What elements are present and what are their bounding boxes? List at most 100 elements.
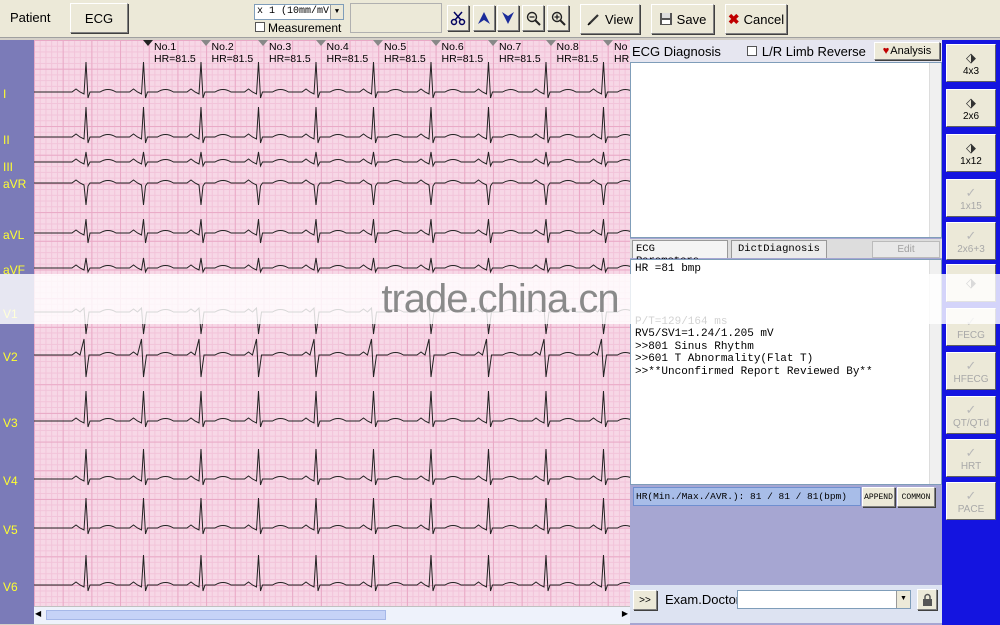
floppy-icon	[659, 13, 672, 25]
scroll-right-icon[interactable]: ▶	[622, 609, 628, 618]
layout-icon: ⬗	[966, 94, 976, 110]
gain-select[interactable]: x 1 (10mm/mV ▼	[254, 4, 344, 20]
layout-label: HRT	[960, 460, 982, 472]
ecg-trace-V5	[34, 497, 630, 535]
tab-dict-diagnosis[interactable]: DictDiagnosis	[731, 240, 827, 258]
layout-icon: ✓	[965, 401, 977, 417]
pencil-icon	[587, 14, 599, 26]
limb-reverse-checkbox[interactable]	[746, 46, 757, 56]
dropdown-arrow-icon[interactable]: ▼	[896, 591, 910, 608]
ecg-trace-V4	[34, 448, 630, 486]
layout-icon: ✓	[965, 444, 977, 460]
analysis-label: Analysis	[890, 45, 932, 57]
edit-button[interactable]: Edit	[872, 241, 940, 258]
layout-icon: ✓	[965, 227, 977, 243]
lead-label: aVR	[3, 177, 27, 191]
zoom-in-icon[interactable]	[547, 5, 569, 31]
layout-button-1x12[interactable]: ⬗ 1x12	[946, 134, 996, 172]
layout-button-hrt[interactable]: ✓ HRT	[946, 439, 996, 477]
hr-summary: HR(Min./Max./AVR.): 81 / 81 / 81(bpm)	[633, 487, 861, 506]
layout-button-2x6[interactable]: ⬗ 2x6	[946, 89, 996, 127]
diagnosis-scrollbar[interactable]	[929, 63, 941, 237]
lead-label: II	[3, 133, 10, 147]
scroll-thumb[interactable]	[46, 610, 386, 620]
ecg-tab[interactable]: ECG	[70, 3, 128, 33]
layout-button-1x15[interactable]: ✓ 1x15	[946, 179, 996, 217]
lead-label: I	[3, 87, 7, 101]
param-line: >>601 T Abnormality(Flat T)	[635, 353, 814, 366]
lead-label: V5	[3, 523, 18, 537]
layout-button-column: ⬗4x3⬗2x6⬗1x12✓1x15✓2x6+3⬗✓FECG✓HFECG✓QT/…	[942, 40, 1000, 625]
ecg-trace-aVR	[34, 179, 630, 206]
save-button[interactable]: Save	[651, 4, 714, 34]
ecg-trace-II	[34, 106, 630, 144]
layout-label: 1x12	[960, 155, 982, 167]
tab-ecg-parameters[interactable]: ECG Parameters	[632, 240, 728, 267]
analysis-button[interactable]: ♥ Analysis	[874, 42, 940, 60]
view-button[interactable]: View	[580, 4, 640, 34]
scroll-left-icon[interactable]: ◀	[35, 609, 41, 618]
layout-icon: ✓	[965, 487, 977, 503]
ecg-trace-V6	[34, 554, 630, 592]
expand-button[interactable]: >>	[633, 590, 657, 610]
horizontal-scrollbar[interactable]: ◀ ▶	[34, 606, 630, 624]
param-line: RV5/SV1=1.24/1.205 mV	[635, 328, 774, 341]
ecg-trace-I	[34, 61, 630, 99]
toolbar-spacer-field	[350, 3, 442, 33]
param-line: >>801 Sinus Rhythm	[635, 340, 754, 353]
lead-label: V3	[3, 416, 18, 430]
gain-select-value: x 1 (10mm/mV	[257, 6, 330, 17]
layout-label: 2x6	[962, 110, 980, 122]
patient-tab[interactable]: Patient	[10, 10, 50, 25]
layout-button-4x3[interactable]: ⬗ 4x3	[946, 44, 996, 82]
arrow-up-icon[interactable]	[473, 5, 495, 31]
layout-icon: ✓	[965, 184, 977, 200]
lead-label-column: IIIIIIaVRaVLaVFV1V2V3V4V5V6	[0, 40, 34, 624]
layout-button-2x6-3[interactable]: ✓ 2x6+3	[946, 222, 996, 260]
layout-button-pace[interactable]: ✓ PACE	[946, 482, 996, 520]
measurement-checkbox[interactable]	[255, 22, 265, 32]
lock-button[interactable]	[917, 589, 937, 610]
ecg-tab-label: ECG	[84, 10, 114, 26]
heart-icon: ♥	[882, 45, 890, 57]
exam-doctor-label: Exam.Doctor	[665, 592, 741, 607]
lead-label: V2	[3, 350, 18, 364]
hr-summary-text: HR(Min./Max./AVR.): 81 / 81 / 81(bpm)	[636, 491, 847, 502]
toolbar: Patient ECG x 1 (10mm/mV ▼ Measurement V…	[0, 0, 1000, 38]
append-button[interactable]: APPEND	[862, 487, 895, 507]
zoom-out-icon[interactable]	[522, 5, 544, 31]
lead-label: V4	[3, 474, 18, 488]
dropdown-arrow-icon[interactable]: ▼	[330, 5, 343, 19]
diagnosis-title: ECG Diagnosis	[632, 43, 721, 59]
x-icon: ✖	[727, 10, 740, 27]
layout-icon: ⬗	[966, 49, 976, 65]
layout-icon: ✓	[965, 357, 977, 373]
tab-dict-diagnosis-label: DictDiagnosis	[738, 243, 820, 255]
cut-icon[interactable]	[447, 5, 469, 31]
watermark: trade.china.cn	[0, 274, 1000, 324]
layout-label: 4x3	[962, 65, 980, 77]
ecg-trace-V2	[34, 338, 630, 378]
diagnosis-textarea[interactable]	[630, 62, 942, 238]
common-label: COMMON	[901, 492, 931, 502]
cancel-button[interactable]: ✖ Cancel	[725, 4, 787, 34]
view-label: View	[605, 11, 633, 27]
layout-icon: ⬗	[966, 139, 976, 155]
ecg-trace-aVF	[34, 257, 630, 274]
measurement-label: Measurement	[268, 21, 342, 35]
common-button[interactable]: COMMON	[897, 487, 935, 507]
ecg-trace-III	[34, 151, 630, 168]
param-line: >>**Unconfirmed Report Reviewed By**	[635, 365, 873, 378]
arrow-down-icon[interactable]	[497, 5, 519, 31]
layout-label: 1x15	[960, 200, 982, 212]
layout-label: FECG	[957, 329, 985, 341]
diagnosis-header: ECG Diagnosis L/R Limb Reverse ♥ Analysis	[630, 40, 942, 62]
layout-label: 2x6+3	[957, 243, 985, 255]
append-label: APPEND	[864, 492, 893, 502]
watermark-text: trade.china.cn	[381, 276, 619, 321]
save-label: Save	[676, 11, 707, 27]
lead-label: V6	[3, 580, 18, 594]
layout-button-qt-qtd[interactable]: ✓ QT/QTd	[946, 396, 996, 434]
exam-doctor-select[interactable]: ▼	[737, 590, 911, 609]
layout-button-hfecg[interactable]: ✓ HFECG	[946, 352, 996, 390]
